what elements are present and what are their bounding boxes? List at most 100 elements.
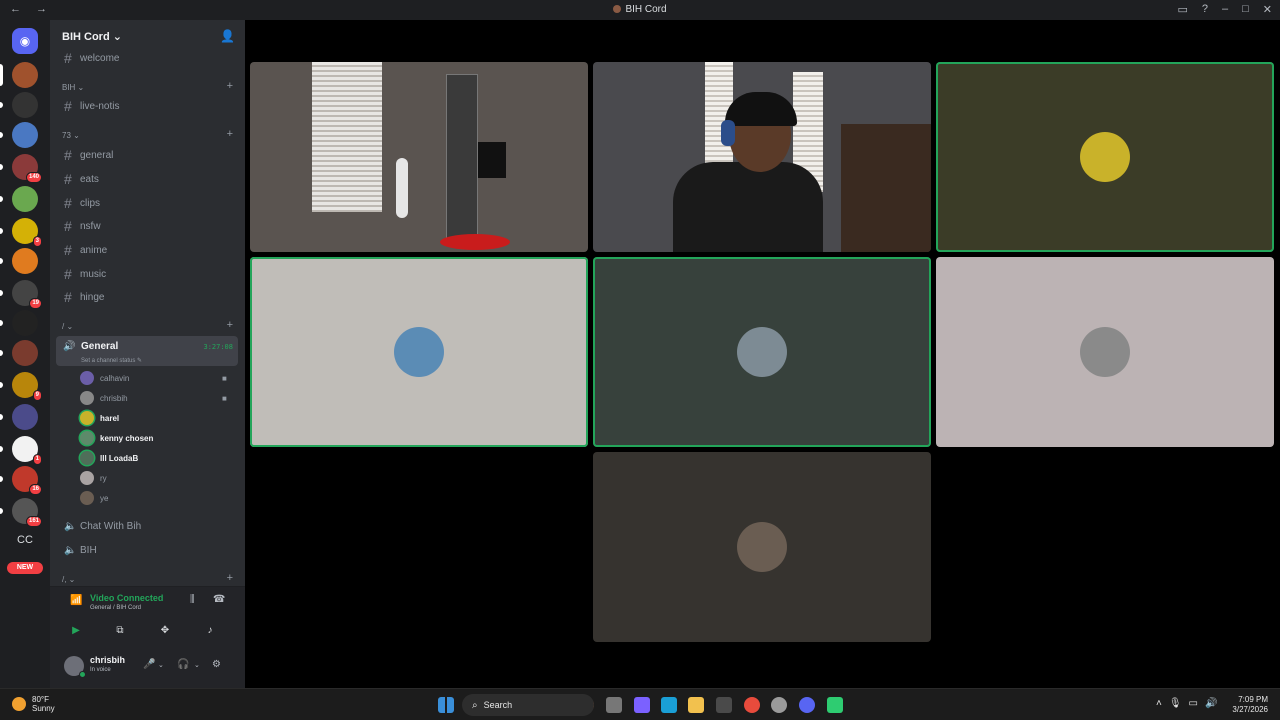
video-tile-room[interactable]	[250, 62, 588, 252]
server-name-header[interactable]: BIH Cord ⌄	[62, 30, 122, 43]
server-10-icon[interactable]	[12, 340, 38, 366]
server-15-icon[interactable]: 161	[12, 498, 42, 527]
channel-welcome[interactable]: # welcome	[64, 49, 119, 67]
voice-member[interactable]: ry	[80, 470, 107, 486]
set-channel-status[interactable]: Set a channel status ✎	[81, 357, 142, 364]
video-tile-streamer[interactable]	[593, 62, 931, 252]
new-badge[interactable]: NEW	[7, 562, 43, 574]
microphone-icon[interactable]: 🎤	[143, 659, 155, 670]
store-icon[interactable]	[716, 697, 732, 713]
channel-clips[interactable]: # clips	[64, 194, 100, 212]
task-view-icon[interactable]	[606, 697, 622, 713]
copilot-icon[interactable]	[634, 697, 650, 713]
voice-member[interactable]: harel	[80, 410, 119, 426]
video-tile-kenny-chosen[interactable]	[250, 257, 588, 447]
edge-icon[interactable]	[661, 697, 677, 713]
headphones-icon[interactable]: 🎧	[177, 659, 189, 670]
server-4-icon[interactable]: 140	[12, 154, 42, 183]
close-button[interactable]: ✕	[1263, 3, 1272, 16]
add-channel-icon[interactable]: +	[227, 80, 233, 92]
server-cc[interactable]: CC	[10, 534, 40, 546]
category-bih[interactable]: BIH ⌄	[62, 83, 84, 92]
taskbar-clock[interactable]: 7:09 PM 3/27/2026	[1232, 695, 1268, 715]
add-member-icon[interactable]: 👤	[220, 29, 235, 43]
app-green-icon[interactable]	[827, 697, 843, 713]
hash-icon: #	[64, 147, 72, 163]
notification-badge: 19	[29, 298, 42, 309]
minimize-button[interactable]: –	[1222, 3, 1228, 16]
server-1-icon[interactable]	[12, 62, 38, 88]
channel-anime[interactable]: # anime	[64, 241, 107, 259]
skateboard	[396, 158, 408, 218]
voice-member[interactable]: kenny chosen	[80, 430, 153, 446]
voice-channel-chat-with-bih[interactable]: 🔈 Chat With Bih	[64, 517, 141, 535]
server-13-icon[interactable]: 1	[12, 436, 42, 465]
username[interactable]: chrisbih	[90, 655, 125, 665]
channel-nsfw[interactable]: # nsfw	[64, 217, 101, 235]
noise-suppression-icon[interactable]: ⫼	[190, 594, 195, 605]
chevron-up-icon[interactable]: ˄	[1156, 698, 1162, 709]
activities-button[interactable]: ✥	[147, 621, 183, 639]
voice-member[interactable]: chrisbih ■	[80, 390, 227, 406]
server-8-icon[interactable]: 19	[12, 280, 42, 309]
server-7-icon[interactable]	[12, 248, 38, 274]
voice-member[interactable]: lll LoadaB	[80, 450, 138, 466]
server-12-icon[interactable]	[12, 404, 38, 430]
unread-pill	[0, 414, 3, 420]
discord-home-icon[interactable]: ◉	[12, 28, 38, 54]
disconnect-icon[interactable]: ☎	[213, 594, 225, 605]
inbox-icon[interactable]: ▭	[1177, 3, 1187, 16]
settings-gear-icon[interactable]: ⚙	[212, 659, 221, 670]
windows-start-icon[interactable]	[438, 697, 454, 713]
chevron-down-icon[interactable]: ⌄	[158, 661, 164, 669]
voice-member[interactable]: ye	[80, 490, 108, 506]
server-11-icon[interactable]: 9	[12, 372, 42, 401]
taskbar-search[interactable]: ⌕ Search	[462, 694, 594, 716]
channel-music[interactable]: # music	[64, 265, 106, 283]
discord-taskbar-icon[interactable]	[799, 697, 815, 713]
chatgpt-icon[interactable]	[771, 697, 787, 713]
volume-icon[interactable]: 🔊	[1205, 698, 1217, 709]
video-tile-lll-loadab[interactable]	[593, 257, 931, 447]
category-slash[interactable]: / ⌄	[62, 322, 73, 331]
server-6-icon[interactable]: 3	[12, 218, 42, 247]
server-3-icon[interactable]	[12, 122, 38, 148]
voice-status[interactable]: Video Connected	[90, 593, 163, 603]
add-channel-icon[interactable]: +	[227, 572, 233, 584]
signal-icon[interactable]: 📶	[70, 595, 82, 606]
channel-eats[interactable]: # eats	[64, 170, 99, 188]
add-channel-icon[interactable]: +	[227, 319, 233, 331]
unread-pill	[0, 320, 3, 326]
soundboard-button[interactable]: ♪	[192, 621, 228, 639]
category-73[interactable]: 73 ⌄	[62, 131, 80, 140]
maximize-button[interactable]: □	[1242, 3, 1249, 16]
camera-button[interactable]: ▶	[58, 621, 94, 639]
server-9-icon[interactable]	[12, 310, 38, 336]
mic-tray-icon[interactable]: 🎙	[1169, 698, 1182, 709]
channel-live-notis[interactable]: # live-notis	[64, 97, 119, 115]
hash-icon: #	[64, 242, 72, 258]
help-icon[interactable]: ?	[1202, 3, 1208, 16]
chrome-icon[interactable]	[744, 697, 760, 713]
chevron-down-icon[interactable]: ⌄	[194, 661, 200, 669]
file-explorer-icon[interactable]	[688, 697, 704, 713]
voice-channel-bih[interactable]: 🔈 BIH	[64, 541, 97, 559]
server-14-icon[interactable]: 16	[12, 466, 42, 495]
video-tile-ye[interactable]	[593, 452, 931, 642]
channel-general[interactable]: # general	[64, 146, 113, 164]
server-5-icon[interactable]	[12, 186, 38, 212]
video-tile-harel[interactable]	[936, 62, 1274, 252]
network-icon[interactable]: ▭	[1189, 698, 1198, 709]
video-tile-ry[interactable]	[936, 257, 1274, 447]
channel-label: live-notis	[80, 100, 120, 112]
screen-share-button[interactable]: ⧉	[102, 621, 138, 639]
add-channel-icon[interactable]: +	[227, 128, 233, 140]
voice-member[interactable]: calhavin ■	[80, 370, 227, 386]
category-misc[interactable]: /, ⌄	[62, 575, 75, 584]
avatar	[80, 491, 94, 505]
member-name: calhavin	[100, 373, 130, 383]
unread-pill	[0, 64, 3, 86]
channel-hinge[interactable]: # hinge	[64, 288, 104, 306]
voice-location[interactable]: General / BIH Cord	[90, 605, 141, 611]
server-2-icon[interactable]	[12, 92, 38, 118]
